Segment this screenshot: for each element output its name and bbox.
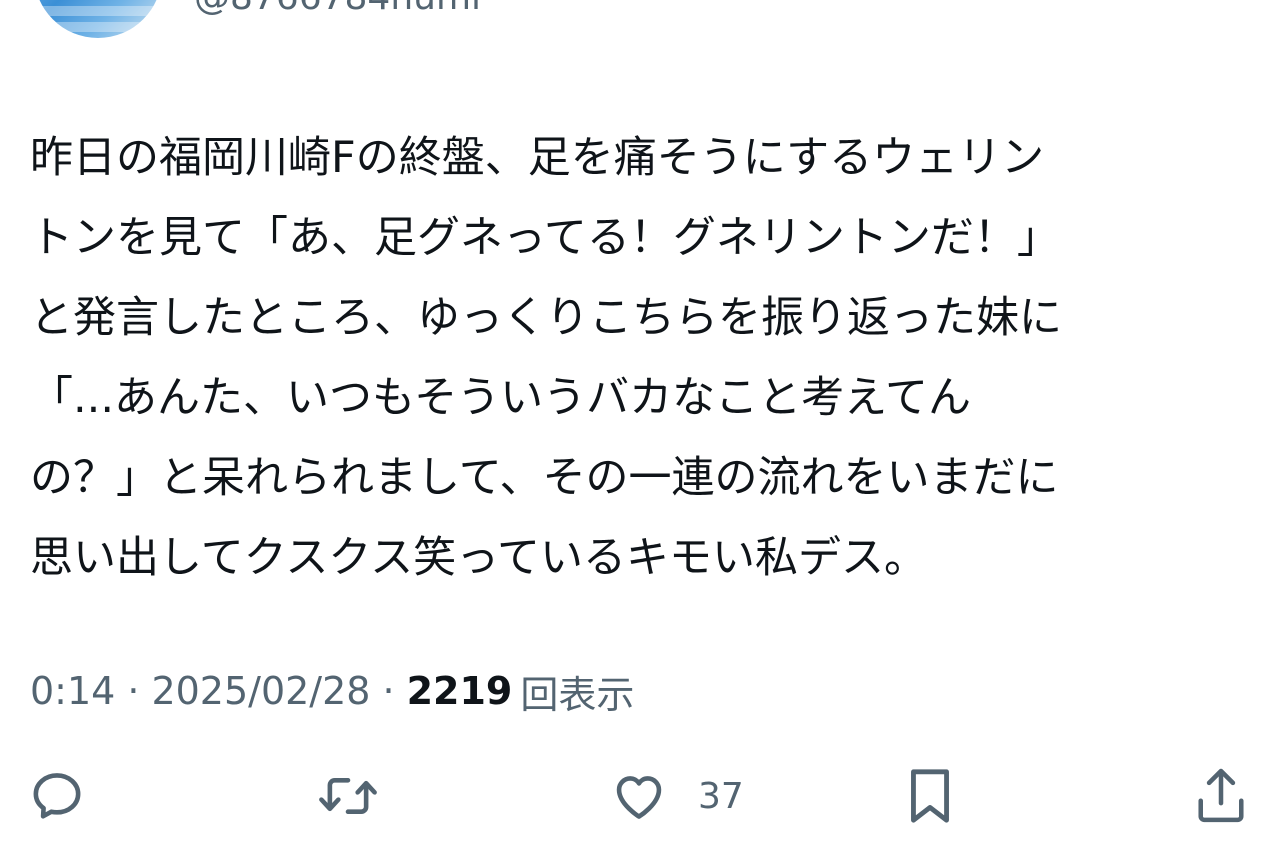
heart-icon bbox=[610, 767, 668, 825]
avatar-stripe bbox=[34, 22, 162, 32]
tweet-date[interactable]: 2025/02/28 bbox=[151, 669, 370, 713]
reply-button[interactable] bbox=[28, 760, 86, 832]
views-count[interactable]: 2219 bbox=[407, 669, 513, 713]
tweet-text-line: と発言したところ、ゆっくりこちらを振り返った妹に bbox=[30, 293, 1062, 343]
like-button[interactable]: 37 bbox=[610, 760, 744, 832]
tweet-text-line: 思い出してクスクス笑っているキモい私デス。 bbox=[30, 533, 927, 583]
tweet-text-line: トンを見て「あ、足グネってる！グネリントンだ！」 bbox=[30, 213, 1060, 263]
tweet-text-line: の？」と呆れられまして、その一連の流れをいまだに bbox=[30, 453, 1059, 503]
bookmark-icon bbox=[902, 765, 958, 827]
action-bar: 37 bbox=[0, 760, 1284, 832]
tweet-text: 昨日の福岡川崎Fの終盤、足を痛そうにするウェリン トンを見て「あ、足グネってる！… bbox=[30, 118, 1254, 598]
retweet-button[interactable] bbox=[316, 760, 380, 832]
retweet-icon bbox=[316, 767, 380, 825]
meta-separator: · bbox=[127, 669, 140, 713]
views-label: 回表示 bbox=[520, 672, 635, 717]
tweet-time[interactable]: 0:14 bbox=[30, 669, 115, 713]
like-count: 37 bbox=[698, 775, 744, 817]
reply-icon bbox=[28, 767, 86, 825]
avatar-stripe bbox=[34, 6, 162, 16]
avatar[interactable] bbox=[34, 0, 162, 38]
tweet-meta: 0:14 · 2025/02/28 · 2219 回表示 bbox=[30, 666, 635, 717]
meta-separator: · bbox=[382, 669, 395, 713]
tweet-text-line: 昨日の福岡川崎Fの終盤、足を痛そうにするウェリン bbox=[30, 133, 1045, 183]
author-handle[interactable]: @8766784numi bbox=[194, 0, 481, 18]
bookmark-button[interactable] bbox=[902, 760, 958, 832]
tweet-text-line: 「...あんた、いつもそういうバカなこと考えてん bbox=[30, 373, 971, 423]
share-button[interactable] bbox=[1192, 760, 1250, 832]
share-icon bbox=[1192, 765, 1250, 827]
